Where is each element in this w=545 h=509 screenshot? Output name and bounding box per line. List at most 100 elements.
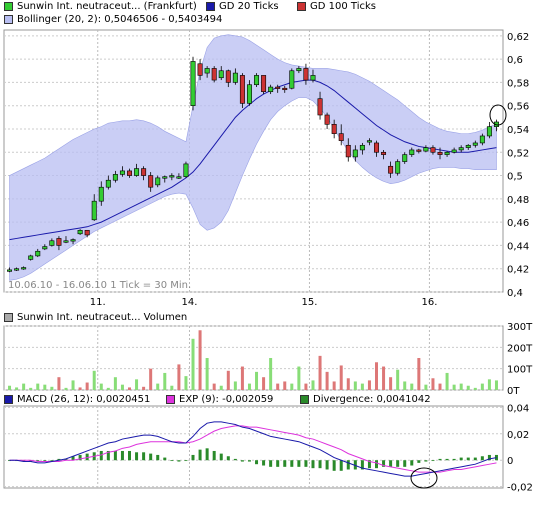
price-tick-label: 0,56: [507, 102, 529, 113]
candle-body: [374, 142, 379, 153]
volume-bar: [198, 330, 202, 390]
divergence-bar: [304, 460, 308, 467]
volume-bar: [163, 372, 167, 390]
volume-bar: [57, 377, 61, 390]
price-tick-label: 0,48: [507, 195, 529, 206]
volume-bar: [424, 384, 428, 390]
candle-body: [148, 175, 154, 188]
price-tick-label: 0,5: [507, 172, 523, 183]
volume-bar: [64, 387, 68, 390]
candle-body: [77, 229, 83, 235]
volume-bar: [283, 381, 287, 390]
x-tick-label: 11.: [90, 297, 106, 308]
divergence-bar: [135, 452, 139, 461]
divergence-bar: [128, 450, 131, 461]
candle-body: [331, 124, 337, 134]
divergence-bar: [297, 460, 301, 467]
price-tick-label: 0,58: [507, 78, 529, 89]
volume-tick-label: 100T: [507, 365, 533, 376]
candle-body: [486, 126, 492, 137]
divergence-bar: [170, 460, 174, 462]
candle-body: [155, 177, 161, 186]
divergence-bar: [276, 460, 280, 467]
candle-body: [246, 84, 252, 104]
price-tick-label: 0,52: [507, 148, 529, 159]
volume-bar: [445, 372, 449, 390]
candle-body: [190, 61, 196, 106]
legend-stock: Sunwin Int. neutraceut... (Frankfurt): [4, 1, 197, 12]
volume-bar: [142, 386, 146, 390]
volume-bar: [184, 376, 188, 390]
candle-body: [282, 87, 288, 91]
volume-bar: [212, 383, 216, 390]
divergence-bar: [177, 460, 181, 462]
volume-bar: [389, 377, 393, 390]
candle-body: [112, 174, 118, 181]
volume-bar: [135, 379, 139, 390]
divergence-bar: [311, 460, 315, 469]
candle-body: [7, 269, 13, 272]
volume-bar: [290, 383, 294, 390]
candle-body: [261, 75, 267, 93]
divergence-bar: [431, 460, 435, 462]
candle-body: [296, 68, 302, 72]
divergence-bar: [473, 457, 477, 461]
macd-tick-label: 0,02: [507, 430, 529, 441]
candle-body: [127, 170, 132, 176]
macd-tick-label: 0: [507, 456, 513, 467]
volume-bar: [255, 371, 259, 390]
divergence-bar: [283, 460, 287, 467]
volume-bar: [247, 383, 251, 390]
candle-body: [232, 72, 238, 83]
volume-bar: [43, 384, 47, 390]
volume-bar: [403, 381, 407, 390]
volume-bar: [240, 366, 244, 390]
divergence-bar: [226, 456, 230, 461]
volume-bar: [120, 384, 124, 390]
macd-panel-frame: [3, 405, 504, 489]
legend-macd-label: MACD (26, 12): 0,0020451: [17, 394, 151, 405]
volume-bar: [99, 383, 103, 390]
volume-bar: [22, 383, 26, 390]
legend-macd-swatch: [4, 395, 13, 404]
candle-body: [14, 268, 20, 271]
divergence-bar: [445, 458, 449, 461]
candle-body: [359, 144, 365, 151]
volume-bar: [50, 386, 54, 390]
legend-gd100-swatch: [297, 2, 306, 11]
x-tick-label: 15.: [302, 297, 318, 308]
legend-divergence-swatch: [300, 395, 309, 404]
volume-bar: [487, 379, 491, 390]
volume-bar: [417, 358, 421, 390]
candle-body: [402, 154, 408, 162]
candle-body: [204, 68, 210, 74]
volume-bar: [219, 385, 223, 390]
candle-body: [169, 175, 175, 178]
divergence-bar: [233, 458, 237, 461]
candle-body: [352, 149, 358, 158]
divergence-bar: [262, 460, 266, 466]
candle-body: [381, 151, 387, 155]
divergence-bar: [325, 460, 329, 470]
candle-body: [423, 147, 429, 152]
divergence-bar: [212, 450, 216, 461]
divergence-bar: [389, 460, 393, 467]
divergence-bar: [438, 458, 442, 461]
volume-bar: [494, 380, 498, 390]
legend-exp: EXP (9): -0,002059: [166, 394, 273, 405]
volume-bar: [85, 382, 89, 390]
candle-body: [310, 75, 316, 81]
divergence-bar: [424, 460, 428, 462]
candle-body: [324, 114, 330, 125]
candle-body: [317, 98, 323, 116]
divergence-bar: [142, 452, 146, 461]
x-tick-label: 14.: [182, 297, 198, 308]
legend-volume-swatch: [4, 313, 13, 322]
volume-bar: [106, 387, 110, 390]
divergence-bar: [375, 460, 378, 469]
volume-bar: [269, 358, 273, 390]
divergence-bar: [219, 453, 223, 461]
divergence-bar: [466, 457, 470, 461]
volume-bar: [480, 383, 484, 390]
candle-body: [416, 149, 422, 152]
